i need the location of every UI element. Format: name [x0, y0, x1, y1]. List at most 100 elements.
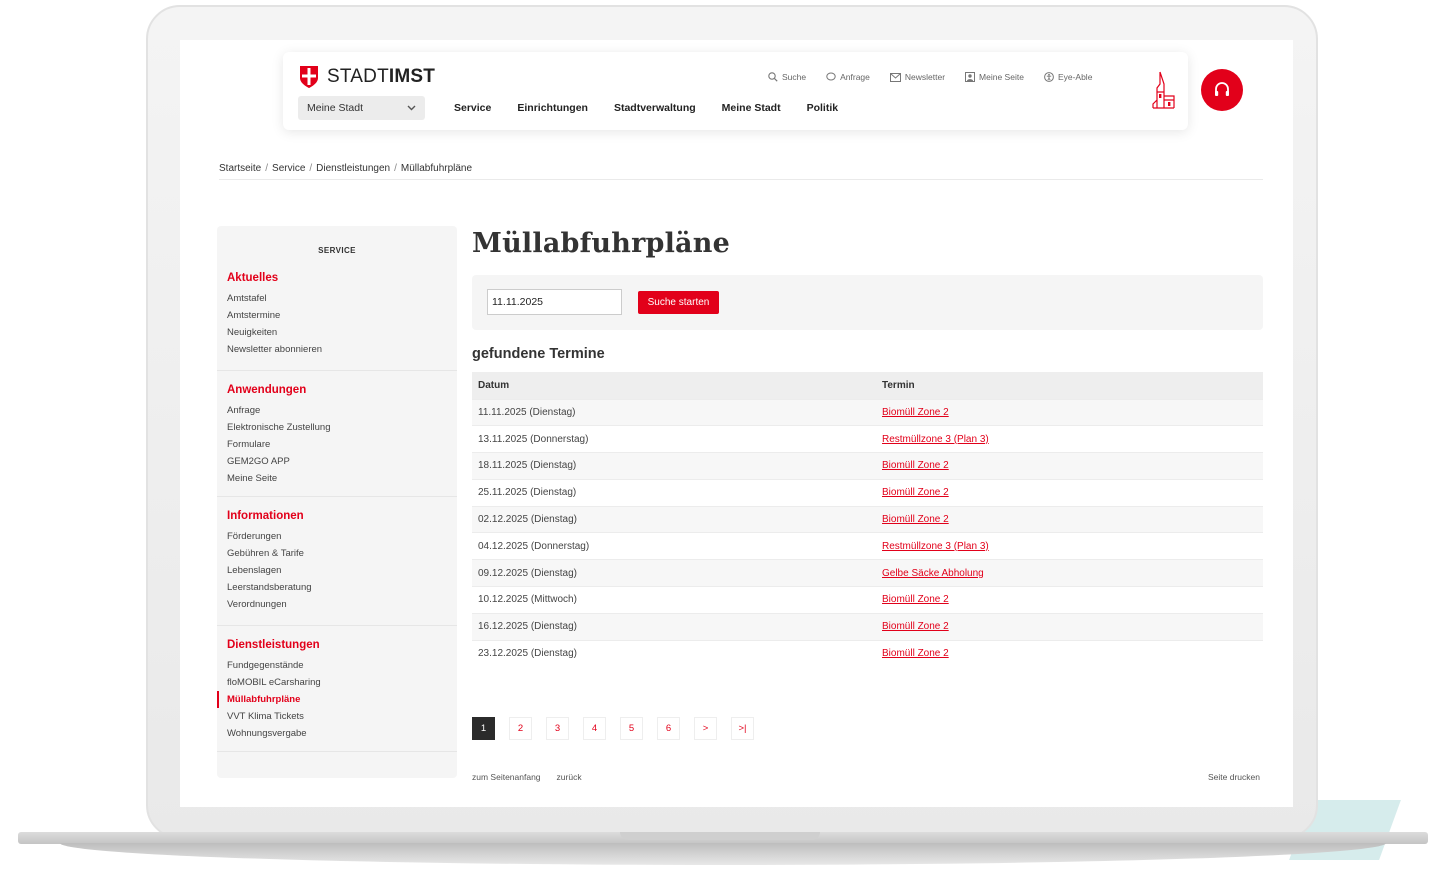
breadcrumb: Startseite / Service / Dienstleistungen / Müll… — [219, 163, 473, 174]
stage: STADTIMST Meine Stadt Service Einrichtun… — [0, 0, 1440, 869]
sidebar-item[interactable]: Förderungen — [227, 528, 457, 545]
user-icon — [965, 72, 976, 82]
main-navigation: Service Einrichtungen Stadtverwaltung Me… — [454, 102, 838, 114]
breadcrumb-current: Müllabfuhrpläne — [400, 163, 473, 174]
church-illustration-icon — [1152, 71, 1175, 109]
table-row: 13.11.2025 (Donnerstag) Restmüllzone 3 (P… — [472, 425, 1263, 453]
sidebar-item[interactable]: Newsletter abonnieren — [227, 341, 457, 358]
sidebar-item[interactable]: Amtstafel — [227, 290, 457, 307]
sidebar-item[interactable]: VVT Klima Tickets — [227, 708, 457, 725]
page-button[interactable]: 4 — [583, 717, 606, 740]
termin-link[interactable]: Biomüll Zone 2 — [876, 639, 1263, 667]
search-start-button[interactable]: Suche starten — [638, 291, 719, 314]
table-row: 04.12.2025 (Donnerstag) Restmüllzone 3 (P… — [472, 532, 1263, 560]
nav-politik[interactable]: Politik — [807, 102, 839, 114]
sidebar-item[interactable]: Leerstandsberatung — [227, 579, 457, 596]
sidebar-item[interactable]: Elektronische Zustellung — [227, 419, 457, 436]
sidebar-divider — [217, 496, 457, 497]
sidebar-item[interactable]: Meine Seite — [227, 470, 457, 487]
termin-link[interactable]: Biomüll Zone 2 — [876, 612, 1263, 641]
sidebar-divider — [217, 370, 457, 371]
breadcrumb-item[interactable]: Service — [272, 163, 305, 174]
page-button[interactable]: 3 — [546, 717, 569, 740]
sidebar-item-active[interactable]: Müllabfuhrpläne — [217, 691, 457, 708]
sidebar: SERVICE Aktuelles Amtstafel Amtstermine … — [217, 226, 457, 778]
city-select-value: Meine Stadt — [307, 102, 364, 114]
nav-einrichtungen[interactable]: Einrichtungen — [517, 102, 588, 114]
page-button[interactable]: 6 — [657, 717, 680, 740]
date-cell: 25.11.2025 (Dienstag) — [472, 478, 876, 507]
date-cell: 13.11.2025 (Donnerstag) — [472, 425, 876, 453]
next-page-button[interactable]: > — [694, 717, 717, 740]
pagination: 1 2 3 4 5 6 > >| — [472, 717, 754, 740]
sidebar-title: SERVICE — [318, 246, 356, 255]
last-page-button[interactable]: >| — [731, 717, 754, 740]
chevron-down-icon — [407, 105, 416, 111]
date-cell: 10.12.2025 (Mittwoch) — [472, 586, 876, 614]
sidebar-group-informationen: Informationen Förderungen Gebühren & Tar… — [227, 510, 457, 613]
sidebar-item[interactable]: Formulare — [227, 436, 457, 453]
site-logo[interactable]: STADTIMST — [299, 65, 435, 89]
sidebar-heading[interactable]: Informationen — [227, 510, 457, 522]
topnav-newsletter[interactable]: Newsletter — [889, 72, 945, 82]
browser-viewport: STADTIMST Meine Stadt Service Einrichtun… — [180, 40, 1293, 807]
table-row: 23.12.2025 (Dienstag) Biomüll Zone 2 — [472, 639, 1263, 667]
termin-link[interactable]: Biomüll Zone 2 — [876, 586, 1263, 614]
sidebar-heading[interactable]: Aktuelles — [227, 272, 457, 284]
termin-link[interactable]: Restmüllzone 3 (Plan 3) — [876, 425, 1263, 453]
mail-icon — [889, 72, 901, 82]
termin-link[interactable]: Biomüll Zone 2 — [876, 478, 1263, 507]
city-select[interactable]: Meine Stadt — [298, 96, 425, 120]
nav-stadtverwaltung[interactable]: Stadtverwaltung — [614, 102, 696, 114]
table-header-row: Datum Termin — [472, 372, 1263, 399]
termin-link[interactable]: Biomüll Zone 2 — [876, 505, 1263, 533]
sidebar-divider — [217, 625, 457, 626]
breadcrumb-item[interactable]: Dienstleistungen — [316, 163, 390, 174]
sidebar-item[interactable]: Gebühren & Tarife — [227, 545, 457, 562]
sidebar-item[interactable]: Wohnungsvergabe — [227, 725, 457, 742]
page-button[interactable]: 2 — [509, 717, 532, 740]
top-navigation: Suche Anfrage Newsletter Meine Seite Eye… — [768, 72, 1092, 82]
page-button-current[interactable]: 1 — [472, 717, 495, 740]
sidebar-item[interactable]: GEM2GO APP — [227, 453, 457, 470]
nav-service[interactable]: Service — [454, 102, 491, 114]
sidebar-item[interactable]: Fundgegenstände — [227, 657, 457, 674]
sidebar-item[interactable]: Neuigkeiten — [227, 324, 457, 341]
headset-icon — [1215, 82, 1229, 96]
date-cell: 11.11.2025 (Dienstag) — [472, 398, 876, 426]
date-input[interactable] — [487, 289, 622, 315]
sidebar-item[interactable]: Lebenslagen — [227, 562, 457, 579]
sidebar-item[interactable]: floMOBIL eCarsharing — [227, 674, 457, 691]
sidebar-heading[interactable]: Dienstleistungen — [227, 639, 457, 651]
sidebar-item[interactable]: Verordnungen — [227, 596, 457, 613]
termin-link[interactable]: Biomüll Zone 2 — [876, 398, 1263, 426]
topnav-search[interactable]: Suche — [768, 72, 806, 82]
sidebar-group-dienstleistungen: Dienstleistungen Fundgegenstände floMOBI… — [217, 639, 457, 742]
date-cell: 23.12.2025 (Dienstag) — [472, 639, 876, 667]
sidebar-item[interactable]: Anfrage — [227, 402, 457, 419]
sidebar-item[interactable]: Amtstermine — [227, 307, 457, 324]
page-button[interactable]: 5 — [620, 717, 643, 740]
back-link[interactable]: zurück — [557, 772, 582, 782]
termin-link[interactable]: Gelbe Säcke Abholung — [876, 559, 1263, 587]
to-top-link[interactable]: zum Seitenanfang — [472, 772, 541, 782]
nav-meine-stadt[interactable]: Meine Stadt — [722, 102, 781, 114]
logo-text: STADTIMST — [327, 66, 436, 87]
sidebar-group-anwendungen: Anwendungen Anfrage Elektronische Zustel… — [227, 384, 457, 487]
table-row: 02.12.2025 (Dienstag) Biomüll Zone 2 — [472, 505, 1263, 533]
sidebar-heading[interactable]: Anwendungen — [227, 384, 457, 396]
topnav-meine-seite[interactable]: Meine Seite — [965, 72, 1024, 82]
date-search-panel: Suche starten — [472, 275, 1263, 330]
topnav-anfrage[interactable]: Anfrage — [826, 72, 870, 82]
date-cell: 09.12.2025 (Dienstag) — [472, 559, 876, 587]
table-row: 10.12.2025 (Mittwoch) Biomüll Zone 2 — [472, 586, 1263, 614]
termin-link[interactable]: Biomüll Zone 2 — [876, 452, 1263, 480]
topnav-eye-able[interactable]: Eye-Able — [1044, 72, 1092, 82]
print-link[interactable]: Seite drucken — [1208, 772, 1260, 782]
termin-link[interactable]: Restmüllzone 3 (Plan 3) — [876, 532, 1263, 560]
results-table: Datum Termin 11.11.2025 (Dienstag) Biomül… — [472, 372, 1263, 667]
table-row: 25.11.2025 (Dienstag) Biomüll Zone 2 — [472, 478, 1263, 507]
help-button[interactable] — [1201, 69, 1243, 111]
sidebar-divider — [217, 751, 457, 752]
breadcrumb-item[interactable]: Startseite — [219, 163, 261, 174]
